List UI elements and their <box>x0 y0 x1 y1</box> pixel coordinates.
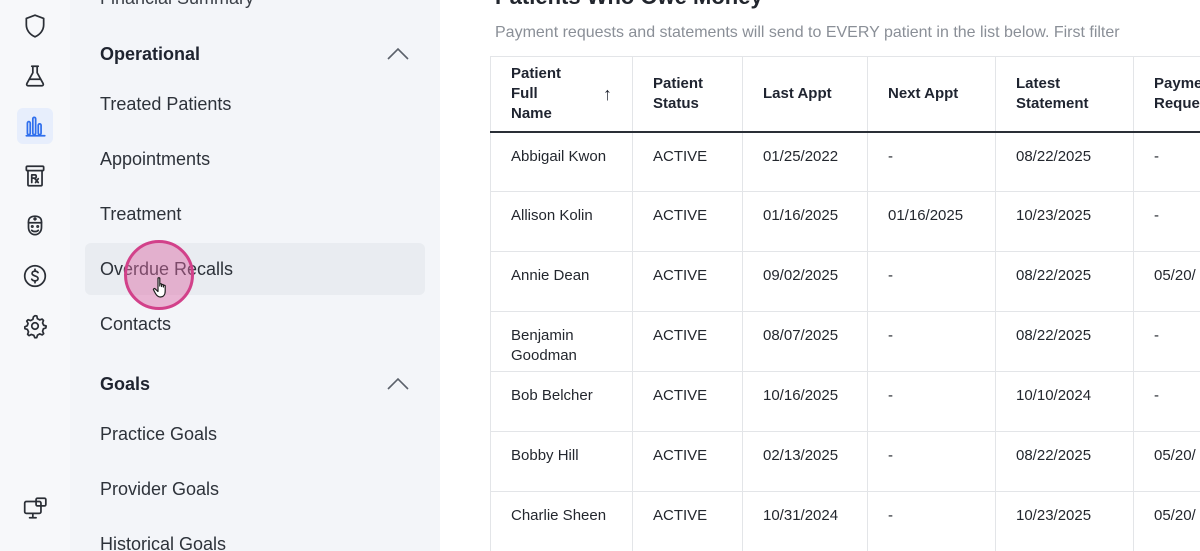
hand-cursor-icon <box>152 277 166 298</box>
cell-next-appt: - <box>867 311 996 372</box>
menu-item-provider-goals[interactable]: Provider Goals <box>85 463 425 515</box>
cell-next-appt: - <box>867 431 996 492</box>
prescription-icon[interactable] <box>17 158 53 194</box>
menu-item-treatment[interactable]: Treatment <box>85 188 425 240</box>
menu-item-historical-goals[interactable]: Historical Goals <box>85 518 425 551</box>
menu-item-appointments[interactable]: Appointments <box>85 133 425 185</box>
cell-patient-name[interactable]: Bob Belcher <box>490 371 633 432</box>
column-header-next-appt[interactable]: Next Appt <box>867 56 996 133</box>
cell-patient-status: ACTIVE <box>632 251 743 312</box>
section-goals-header[interactable]: Goals <box>100 369 410 399</box>
cell-next-appt: - <box>867 131 996 192</box>
icon-rail <box>0 0 70 551</box>
cell-latest-statement: 08/22/2025 <box>995 251 1134 312</box>
section-title: Goals <box>100 373 151 394</box>
cell-payment-request: - <box>1133 311 1200 372</box>
table-header-row: Patient Full Name ↑ Patient Status Last … <box>490 56 1200 133</box>
section-title: Operational <box>100 43 201 64</box>
table-row[interactable]: Bob Belcher ACTIVE 10/16/2025-10/10/2024- <box>490 371 1200 432</box>
cell-last-appt: 08/07/2025 <box>742 311 868 372</box>
patients-table: Patient Full Name ↑ Patient Status Last … <box>490 56 1200 551</box>
cell-patient-name[interactable]: Bobby Hill <box>490 431 633 492</box>
cell-patient-status: ACTIVE <box>632 431 743 492</box>
cell-patient-name[interactable]: Abbigail Kwon <box>490 131 633 192</box>
bar-chart-icon[interactable] <box>17 108 53 144</box>
cell-payment-request: 05/20/ <box>1133 251 1200 312</box>
cell-next-appt: - <box>867 251 996 312</box>
cell-patient-name[interactable]: Annie Dean <box>490 251 633 312</box>
doctor-icon[interactable] <box>17 208 53 244</box>
report-content: Patients Who Owe Money Payment requests … <box>440 0 1200 551</box>
cell-payment-request: - <box>1133 131 1200 192</box>
cell-patient-status: ACTIVE <box>632 311 743 372</box>
cell-payment-request: - <box>1133 371 1200 432</box>
cell-last-appt: 09/02/2025 <box>742 251 868 312</box>
cell-latest-statement: 10/10/2024 <box>995 371 1134 432</box>
shield-icon[interactable] <box>17 8 53 44</box>
cell-payment-request: - <box>1133 191 1200 252</box>
cell-latest-statement: 08/22/2025 <box>995 131 1134 192</box>
cell-next-appt: 01/16/2025 <box>867 191 996 252</box>
table-body: Abbigail Kwon ACTIVE 01/25/2022-08/22/2025… <box>490 131 1200 551</box>
column-header-payment-request[interactable]: Payment Request <box>1133 56 1200 133</box>
sort-arrow-icon[interactable]: ↑ <box>603 84 612 104</box>
cell-next-appt: - <box>867 371 996 432</box>
cell-payment-request: 05/20/ <box>1133 431 1200 492</box>
table-row[interactable]: Bobby Hill ACTIVE 02/13/2025-08/22/2025 05/… <box>490 431 1200 492</box>
cell-patient-status: ACTIVE <box>632 131 743 192</box>
gear-icon[interactable] <box>17 308 53 344</box>
cell-payment-request: 05/20/ <box>1133 491 1200 551</box>
column-header-last-appt[interactable]: Last Appt <box>742 56 868 133</box>
menu-item-financial-summary[interactable]: Financial Summary <box>100 0 254 9</box>
cell-patient-name[interactable]: Allison Kolin <box>490 191 633 252</box>
chevron-up-icon[interactable] <box>386 377 410 391</box>
column-header-patient-status[interactable]: Patient Status <box>632 56 743 133</box>
table-row[interactable]: Annie Dean ACTIVE 09/02/2025-08/22/2025 05/… <box>490 251 1200 312</box>
cell-patient-status: ACTIVE <box>632 371 743 432</box>
page-title: Patients Who Owe Money <box>495 0 763 10</box>
cell-latest-statement: 08/22/2025 <box>995 311 1134 372</box>
page-subtitle: Payment requests and statements will sen… <box>495 24 1120 41</box>
cell-last-appt: 10/31/2024 <box>742 491 868 551</box>
cell-latest-statement: 10/23/2025 <box>995 191 1134 252</box>
flask-icon[interactable] <box>17 58 53 94</box>
cell-latest-statement: 10/23/2025 <box>995 491 1134 551</box>
patients-table-container: Patient Full Name ↑ Patient Status Last … <box>490 56 1200 551</box>
menu-item-treated-patients[interactable]: Treated Patients <box>85 78 425 130</box>
cell-last-appt: 01/16/2025 <box>742 191 868 252</box>
column-header-label: Patient Full Name <box>511 64 562 122</box>
chevron-up-icon[interactable] <box>386 47 410 61</box>
menu-item-practice-goals[interactable]: Practice Goals <box>85 408 425 460</box>
table-row[interactable]: Allison Kolin ACTIVE 01/16/2025 01/16/2025 1… <box>490 191 1200 252</box>
cell-last-appt: 10/16/2025 <box>742 371 868 432</box>
column-header-patient-name[interactable]: Patient Full Name ↑ <box>490 56 633 133</box>
cell-next-appt: - <box>867 491 996 551</box>
table-row[interactable]: Benjamin Goodman ACTIVE 08/07/2025-08/22/2… <box>490 311 1200 372</box>
cell-patient-name[interactable]: Benjamin Goodman <box>490 311 633 372</box>
cell-patient-name[interactable]: Charlie Sheen <box>490 491 633 551</box>
cell-last-appt: 02/13/2025 <box>742 431 868 492</box>
cell-last-appt: 01/25/2022 <box>742 131 868 192</box>
monitor-icon[interactable] <box>17 490 53 526</box>
cell-patient-status: ACTIVE <box>632 491 743 551</box>
column-header-latest-statement[interactable]: Latest Statement <box>995 56 1134 133</box>
dollar-icon[interactable] <box>17 258 53 294</box>
cell-latest-statement: 08/22/2025 <box>995 431 1134 492</box>
table-row[interactable]: Abbigail Kwon ACTIVE 01/25/2022-08/22/2025… <box>490 131 1200 192</box>
table-row[interactable]: Charlie Sheen ACTIVE 10/31/2024-10/23/2025… <box>490 491 1200 551</box>
section-operational-header[interactable]: Operational <box>100 39 410 69</box>
menu-item-contacts[interactable]: Contacts <box>85 298 425 350</box>
cell-patient-status: ACTIVE <box>632 191 743 252</box>
